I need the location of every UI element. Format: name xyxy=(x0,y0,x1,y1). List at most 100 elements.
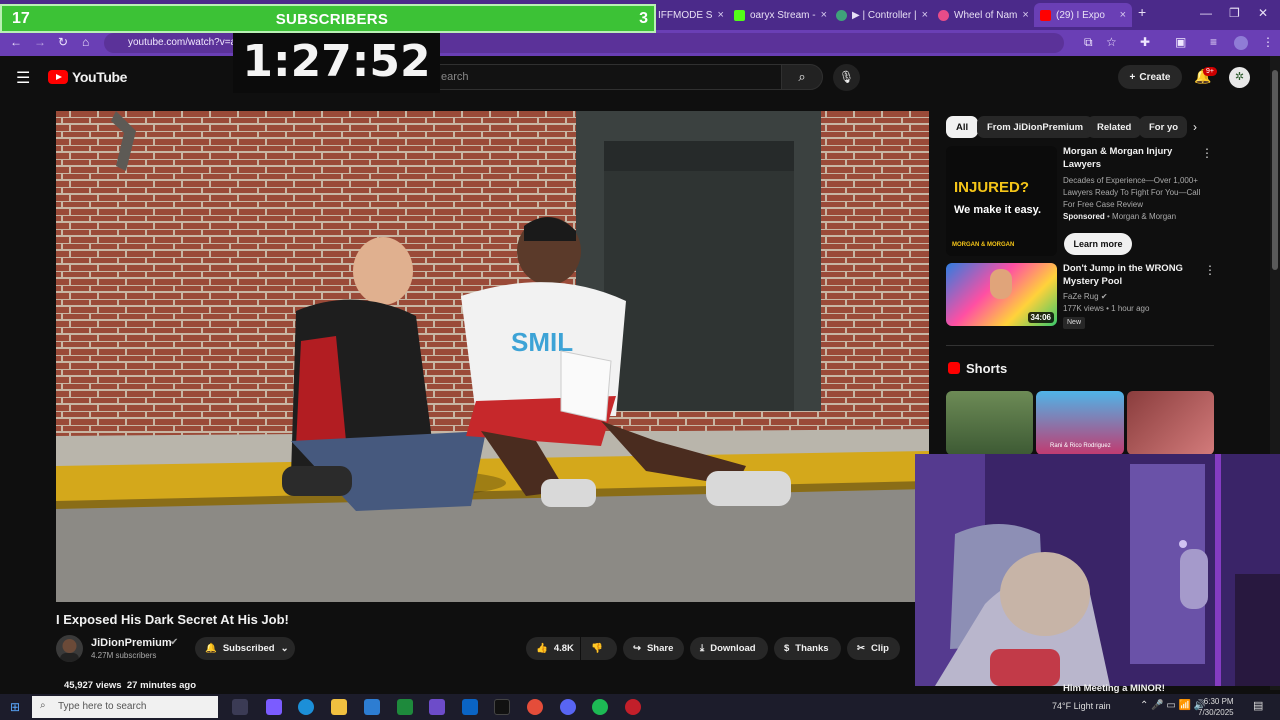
browser-menu-icon[interactable]: ⋮ xyxy=(1262,35,1274,49)
short-thumbnail[interactable]: Rani & Rico Rodriguez xyxy=(1036,391,1124,455)
notification-badge: 9+ xyxy=(1203,67,1217,76)
stream-timer: 1:27:52 xyxy=(233,33,440,93)
ad-title[interactable]: Morgan & Morgan Injury Lawyers xyxy=(1063,145,1198,171)
task-view-icon[interactable] xyxy=(232,699,248,715)
app-icon[interactable] xyxy=(429,699,445,715)
browser-tab[interactable]: ▶ | Controller | × xyxy=(830,5,930,25)
create-button[interactable]: + Create xyxy=(1118,65,1182,89)
store-icon[interactable] xyxy=(364,699,380,715)
channel-name[interactable]: JiDionPremium xyxy=(91,637,172,649)
youtube-logo[interactable]: YouTube xyxy=(48,69,127,85)
account-avatar[interactable]: ✲ xyxy=(1229,67,1250,88)
back-icon[interactable]: ← xyxy=(10,35,22,49)
video-player[interactable]: SMIL xyxy=(56,111,929,602)
chip-for-you[interactable]: For yo xyxy=(1139,116,1187,138)
close-window-icon[interactable]: ✕ xyxy=(1258,6,1268,20)
home-icon[interactable]: ⌂ xyxy=(82,35,89,49)
browser-tab-label: Wheel of Nam xyxy=(954,9,1018,21)
verified-check-icon: ✔ xyxy=(170,637,179,648)
file-explorer-icon[interactable] xyxy=(331,699,347,715)
close-icon[interactable]: × xyxy=(922,9,928,21)
bell-icon: 🔔 xyxy=(205,643,217,654)
more-options-icon[interactable]: ⋮ xyxy=(1204,263,1216,277)
close-icon[interactable]: × xyxy=(717,9,723,21)
chrome-icon[interactable] xyxy=(527,699,543,715)
webcam-overlay xyxy=(915,454,1280,686)
like-button[interactable]: 👍 4.8K xyxy=(526,637,580,660)
thumbs-up-icon: 👍 xyxy=(536,643,548,654)
rec-thumbnail[interactable]: 34:06 xyxy=(946,263,1057,326)
download-button[interactable]: ⤓ Download xyxy=(690,637,768,660)
chevron-right-icon[interactable]: › xyxy=(1193,120,1197,134)
sidebar-icon[interactable]: ▣ xyxy=(1175,35,1186,49)
outlook-icon[interactable] xyxy=(462,699,478,715)
chip-all[interactable]: All xyxy=(946,116,979,138)
chip-from-channel[interactable]: From JiDionPremium xyxy=(977,116,1094,138)
clip-button[interactable]: ✂ Clip xyxy=(847,637,900,660)
view-count: 45,927 views xyxy=(64,680,122,691)
tiktok-icon[interactable] xyxy=(494,699,510,715)
discord-icon[interactable] xyxy=(560,699,576,715)
browser-tab[interactable]: oaryx Stream - × xyxy=(728,5,828,25)
browser-tab[interactable]: IFFMODE S × xyxy=(652,5,724,25)
dislike-button[interactable]: 👎 xyxy=(581,637,617,660)
system-tray-icons[interactable]: ⌃ 🎤 ▭ 📶 🔊 xyxy=(1140,700,1206,711)
browser-toolbar: ← → ↻ ⌂ youtube.com/watch?v=a ⧉ ☆ ✚ ▣ ≡ … xyxy=(0,30,1280,56)
upload-age: 27 minutes ago xyxy=(126,680,197,691)
rec-title[interactable]: Don't Jump in the WRONG Mystery Pool xyxy=(1063,262,1201,288)
chip-related[interactable]: Related xyxy=(1087,116,1142,138)
scrollbar-thumb[interactable] xyxy=(1272,70,1278,270)
thumbnail-person xyxy=(990,269,1012,299)
close-icon[interactable]: × xyxy=(1120,9,1126,21)
extensions-icon[interactable]: ✚ xyxy=(1140,35,1150,49)
search-placeholder: earch xyxy=(441,71,469,83)
weather-widget[interactable]: 74°F Light rain xyxy=(1052,701,1111,711)
profile-avatar[interactable] xyxy=(1234,36,1248,50)
ad-thumbnail[interactable]: INJURED? We make it easy. MORGAN & MORGA… xyxy=(946,146,1057,256)
share-button[interactable]: ↪ Share xyxy=(623,637,684,660)
windows-start-icon[interactable]: ⊞ xyxy=(10,700,20,714)
share-icon: ↪ xyxy=(633,643,641,654)
verified-check-icon: ✔ xyxy=(1100,292,1108,301)
rec-channel[interactable]: FaZe Rug xyxy=(1063,292,1099,301)
taskbar-clock[interactable]: 6:30 PM 7/30/2025 xyxy=(1198,696,1234,718)
learn-more-button[interactable]: Learn more xyxy=(1064,233,1132,255)
subscribed-button[interactable]: 🔔 Subscribed ⌄ xyxy=(195,637,295,660)
clock-time: 6:30 PM xyxy=(1203,697,1234,706)
cast-icon[interactable]: ⧉ xyxy=(1084,35,1093,50)
copilot-icon[interactable] xyxy=(266,699,282,715)
xbox-icon[interactable] xyxy=(397,699,413,715)
forward-icon[interactable]: → xyxy=(34,35,46,49)
new-tab-button[interactable]: + xyxy=(1138,4,1146,20)
browser-tab-active[interactable]: (29) I Expo × xyxy=(1034,3,1132,27)
rec-title-partial[interactable]: Him Meeting a MINOR! xyxy=(1063,682,1165,695)
short-thumbnail[interactable] xyxy=(1127,391,1214,455)
close-icon[interactable]: × xyxy=(1022,9,1028,21)
reading-list-icon[interactable]: ≡ xyxy=(1210,35,1217,49)
channel-avatar[interactable] xyxy=(56,635,83,662)
short-thumbnail[interactable] xyxy=(946,391,1033,455)
search-button[interactable]: ⌕ xyxy=(781,64,823,90)
thanks-button[interactable]: $ Thanks xyxy=(774,637,841,660)
clip-label: Clip xyxy=(870,643,889,654)
subscriber-goal-title: SUBSCRIBERS xyxy=(275,11,389,28)
taskbar-search-input[interactable]: ⌕ Type here to search xyxy=(32,696,218,718)
browser-tab[interactable]: Wheel of Nam × xyxy=(932,5,1032,25)
more-options-icon[interactable]: ⋮ xyxy=(1201,146,1213,160)
search-input[interactable]: earch xyxy=(420,64,782,90)
maximize-icon[interactable]: ❐ xyxy=(1229,6,1240,20)
obs-icon[interactable] xyxy=(625,699,641,715)
bookmark-star-icon[interactable]: ☆ xyxy=(1106,35,1117,49)
taskbar-search-placeholder: Type here to search xyxy=(58,701,147,712)
windows-taskbar: ⊞ ⌕ Type here to search 74°F Light rain … xyxy=(0,694,1280,720)
loading-icon xyxy=(836,9,847,21)
minimize-icon[interactable]: — xyxy=(1200,6,1212,20)
youtube-logo-text: YouTube xyxy=(72,69,128,85)
reload-icon[interactable]: ↻ xyxy=(58,35,68,49)
close-icon[interactable]: × xyxy=(821,9,827,21)
edge-icon[interactable] xyxy=(298,699,314,715)
hamburger-menu-icon[interactable]: ☰ xyxy=(16,68,30,88)
notification-center-icon[interactable]: ▤ xyxy=(1253,699,1263,712)
voice-search-button[interactable]: 🎙 xyxy=(833,64,860,91)
spotify-icon[interactable] xyxy=(592,699,608,715)
